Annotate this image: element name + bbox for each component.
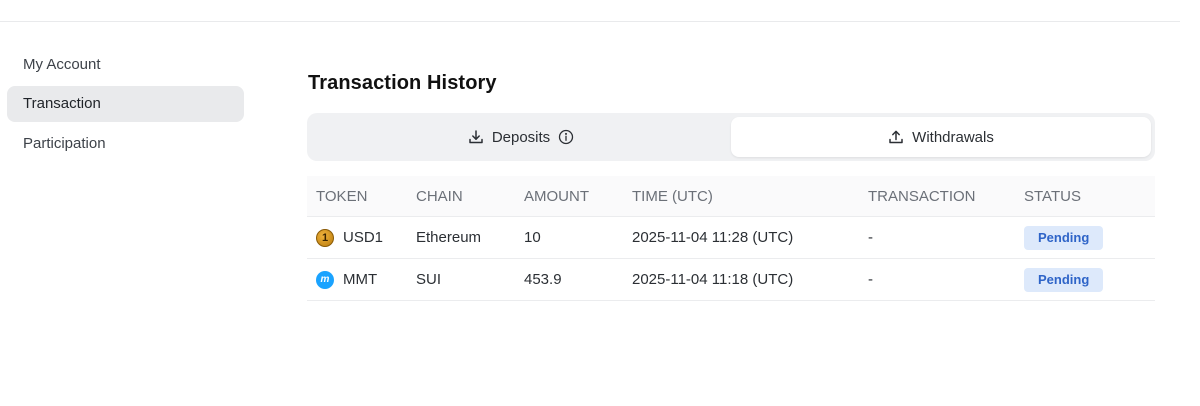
transactions-table: TOKEN CHAIN AMOUNT TIME (UTC) TRANSACTIO… [307, 176, 1155, 301]
table-row[interactable]: 1 USD1 Ethereum 10 2025-11-04 11:28 (UTC… [307, 217, 1155, 259]
transaction-tabs: Deposits Withdrawals [307, 113, 1155, 161]
info-icon[interactable] [558, 129, 574, 145]
amount-cell: 453.9 [524, 271, 562, 288]
time-cell: 2025-11-04 11:18 (UTC) [632, 271, 794, 288]
token-cell: 1 USD1 [307, 228, 416, 247]
column-header-chain[interactable]: CHAIN [416, 188, 524, 205]
column-header-token[interactable]: TOKEN [307, 188, 416, 205]
status-cell: Pending [1024, 267, 1155, 292]
chain-cell: Ethereum [416, 229, 482, 246]
tab-deposits[interactable]: Deposits [311, 117, 731, 157]
mmt-token-icon: m [316, 270, 334, 289]
tab-label: Withdrawals [912, 128, 994, 146]
sidebar-item-transaction[interactable]: Transaction [7, 85, 244, 122]
column-header-transaction[interactable]: TRANSACTION [868, 188, 1024, 205]
token-name: MMT [343, 271, 378, 288]
transaction-cell: - [868, 271, 873, 288]
transaction-cell: - [868, 229, 873, 246]
sidebar-item-label: My Account [23, 55, 101, 73]
status-badge: Pending [1024, 225, 1104, 250]
token-name: USD1 [343, 229, 384, 246]
usd1-token-icon: 1 [316, 228, 334, 247]
download-icon [468, 129, 484, 145]
tab-label: Deposits [491, 128, 551, 146]
page-title: Transaction History [308, 72, 497, 94]
token-cell: m MMT [307, 270, 416, 289]
amount-cell: 10 [524, 229, 541, 246]
sidebar: My Account Transaction Participation [7, 46, 244, 165]
status-badge: Pending [1024, 267, 1104, 292]
table-row[interactable]: m MMT SUI 453.9 2025-11-04 11:18 (UTC) -… [307, 259, 1155, 301]
chain-cell: SUI [416, 271, 442, 288]
column-header-amount[interactable]: AMOUNT [524, 188, 632, 205]
sidebar-item-label: Participation [23, 134, 106, 152]
column-header-status[interactable]: STATUS [1024, 188, 1155, 205]
upload-icon [888, 129, 904, 145]
table-header: TOKEN CHAIN AMOUNT TIME (UTC) TRANSACTIO… [307, 176, 1155, 217]
time-cell: 2025-11-04 11:28 (UTC) [632, 229, 794, 246]
sidebar-item-participation[interactable]: Participation [7, 125, 244, 161]
status-cell: Pending [1024, 225, 1155, 250]
sidebar-item-my-account[interactable]: My Account [7, 46, 244, 82]
column-header-time[interactable]: TIME (UTC) [632, 188, 868, 205]
tab-withdrawals[interactable]: Withdrawals [731, 117, 1151, 157]
top-divider [0, 21, 1180, 22]
sidebar-item-label: Transaction [23, 95, 101, 112]
